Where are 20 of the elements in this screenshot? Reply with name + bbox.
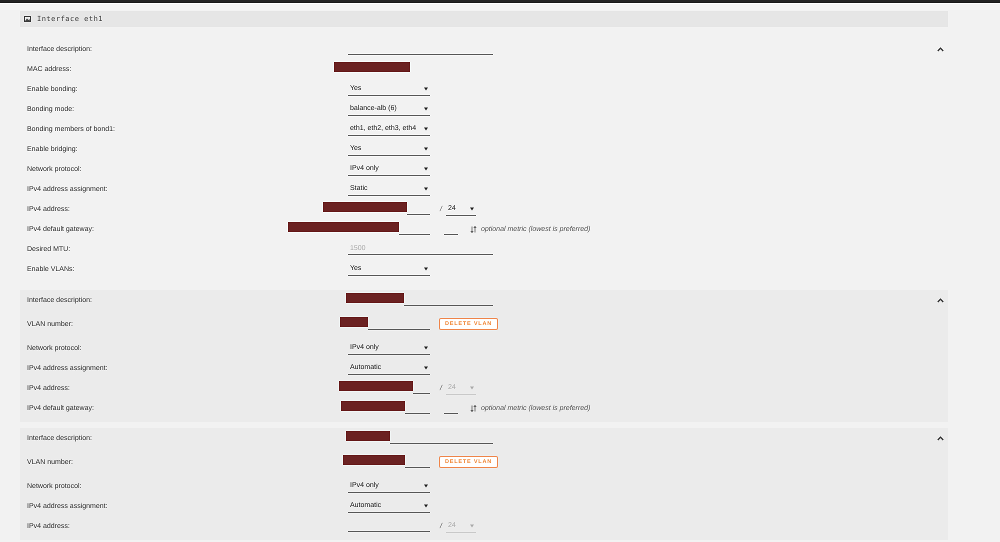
sort-icon — [470, 404, 477, 412]
collapse-icon[interactable] — [937, 436, 944, 441]
caret-icon — [470, 524, 474, 528]
caret-icon — [424, 106, 428, 110]
image-icon — [24, 16, 31, 22]
sort-icon — [470, 226, 477, 232]
caret-icon — [424, 346, 428, 350]
caret-icon — [424, 126, 428, 130]
collapse-icon[interactable] — [937, 298, 944, 303]
caret-icon — [424, 504, 428, 508]
caret-icon — [424, 484, 428, 488]
caret-icon — [470, 386, 474, 390]
caret-icon — [424, 366, 428, 370]
caret-icon — [424, 86, 428, 90]
caret-icon — [470, 206, 474, 210]
caret-icon — [424, 146, 428, 150]
collapse-icon[interactable] — [937, 47, 944, 52]
caret-icon — [424, 166, 428, 170]
caret-icon — [424, 266, 428, 270]
caret-icon — [424, 186, 428, 190]
